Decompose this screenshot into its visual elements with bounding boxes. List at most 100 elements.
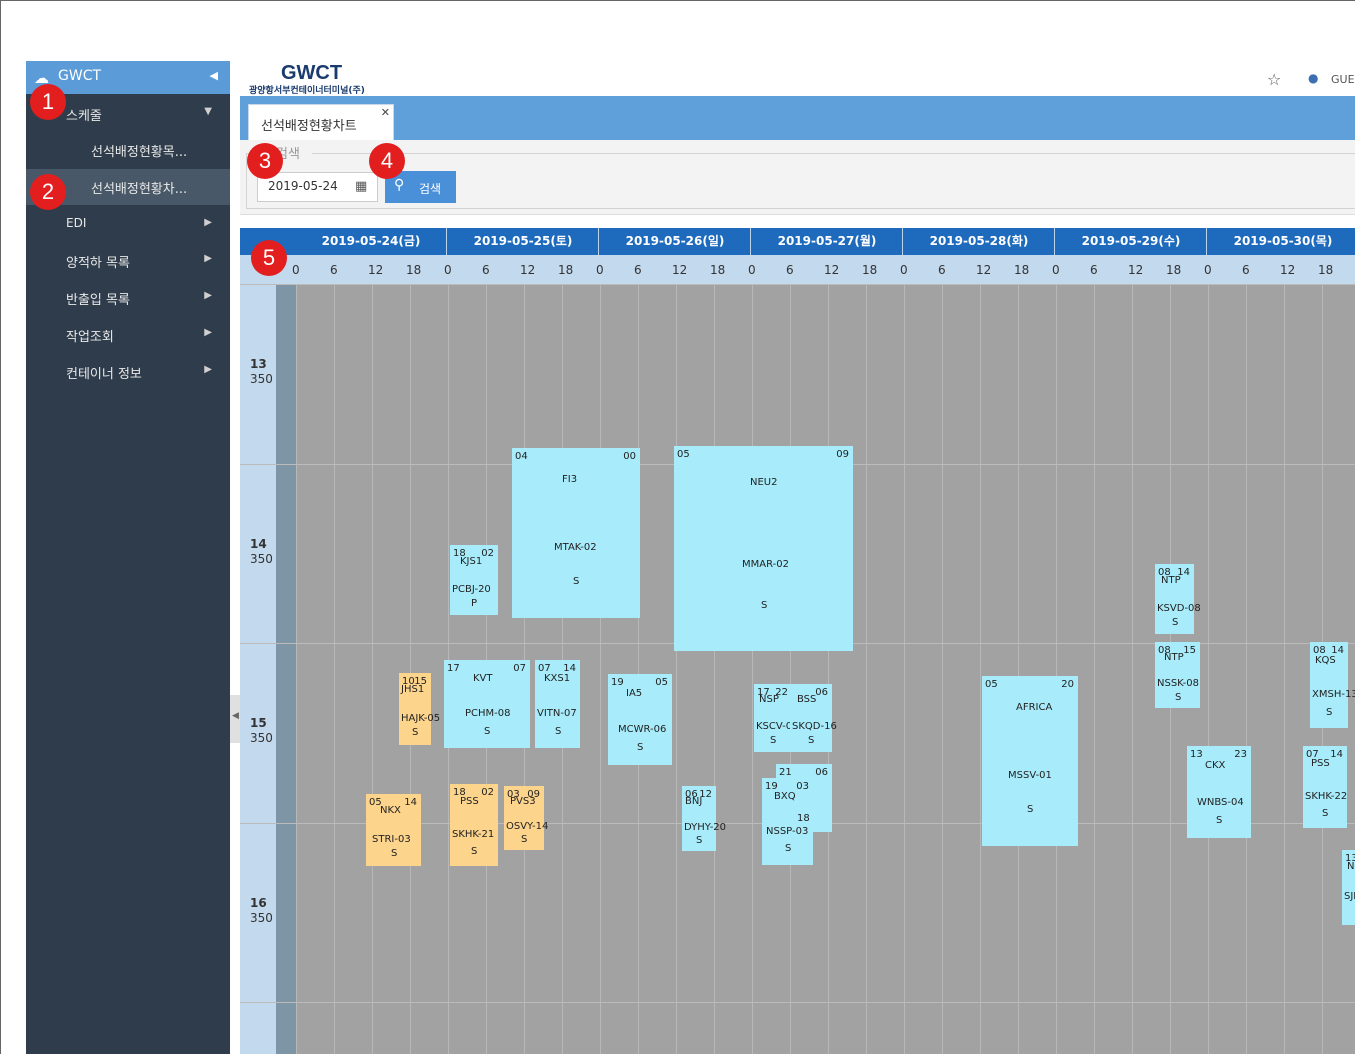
vessel-voyage: WNBS-04 [1197,797,1244,808]
chevron-right-icon: ▶ [204,253,212,264]
vessel-flag: S [1027,804,1034,815]
hour-label: 0 [748,263,756,277]
vessel-voyage: VITN-07 [537,708,577,719]
vessel-end-hour: 03 [796,781,809,792]
sidebar-item-label: 스케줄 [66,109,102,124]
vessel-flag: S [1172,617,1179,628]
vessel-end-hour: 15 [1183,645,1196,656]
vessel-end-hour: 14 [404,797,417,808]
vessel-flag: S [1175,692,1182,703]
vessel-voyage: MTAK-02 [554,542,597,553]
callout-badge-1: 1 [30,84,66,120]
sidebar-item-container-info[interactable]: 컨테이너 정보 ▶ [26,354,230,389]
vessel-block[interactable]: 19 05 IA5 MCWR-06 S [608,674,672,765]
hour-label: 0 [596,263,604,277]
vessel-block[interactable]: 1319NKXSJFB-01S [1342,850,1355,925]
day-label: 2019-05-27(월) [777,234,877,248]
vessel-block[interactable]: 13 23 CKX WNBS-04 S [1187,746,1251,838]
day-separator [1206,228,1207,255]
collapse-sidebar-icon[interactable]: ◀ [210,69,218,82]
hour-label: 18 [1318,263,1334,277]
berth-length: 350 [250,551,273,566]
day-separator [902,228,903,255]
berth-number: 13 [250,357,267,371]
vessel-voyage: MSSV-01 [1008,770,1052,781]
vessel-voyage: SKHK-22 [1305,791,1348,802]
vessel-end-hour: 02 [481,787,494,798]
vessel-block[interactable]: 08 15 NTP NSSK-08 S [1155,642,1200,708]
hour-label: 0 [1052,263,1060,277]
sidebar-item-work-query[interactable]: 작업조회 ▶ [26,317,230,352]
vessel-flag: S [1322,808,1329,819]
vessel-block[interactable]: 17 07 KVT PCHM-08 S [444,660,530,748]
vessel-end-hour: 23 [1234,749,1247,760]
vessel-voyage: HAJK-05 [401,713,441,724]
vessel-flag: S [521,834,528,845]
vessel-block[interactable]: 06 12 BNJ DYHY-20 S [682,786,726,851]
hour-label: 6 [634,263,642,277]
close-icon[interactable]: ✕ [381,106,390,119]
hour-label: 18 [710,263,726,277]
vessel-block[interactable]: 07 14 PSS SKHK-22 S [1303,746,1347,828]
vessel-code: IA5 [626,688,643,699]
hour-gridline [714,284,715,1054]
hour-gridline [904,284,905,1054]
sidebar-item-edi[interactable]: EDI ▶ [26,207,230,242]
vessel-voyage: STRI-03 [372,834,411,845]
berth-label: 15 350 [250,716,280,746]
vessel-block[interactable]: 03 09 PVS3 OSVY-14 S [504,786,548,850]
callout-badge-3: 3 [247,143,283,179]
vessel-voyage: SJFB-01 [1344,891,1355,902]
vessel-voyage: XMSH-13 [1312,689,1355,700]
hour-label: 12 [1280,263,1296,277]
star-icon[interactable]: ☆ [1267,70,1281,89]
hour-gridline [1246,284,1247,1054]
sidebar-item-berth-list[interactable]: 선석배정현황목... [26,132,230,168]
hour-gridline [1056,284,1057,1054]
vessel-block[interactable]: 07 14 KXS1 VITN-07 S [535,660,580,748]
user-icon[interactable]: ● [1308,71,1318,85]
calendar-icon[interactable]: ▦ [355,179,367,194]
vessel-voyage: OSVY-14 [506,821,549,832]
vessel-code: KJS1 [460,556,483,567]
vessel-block[interactable]: 06 BSS SKQD-16 S [790,684,837,752]
vessel-voyage: SKHK-21 [452,829,495,840]
vessel-block[interactable]: 05 20 AFRICA MSSV-01 S [982,676,1078,846]
hour-gridline [334,284,335,1054]
tab-berth-chart[interactable]: 선석배정현황차트 ✕ [248,104,394,142]
vessel-voyage: PCBJ-20 [452,584,491,595]
vessel-block[interactable]: 04 00 FI3 MTAK-02 S [512,448,640,618]
user-name[interactable]: GUE [1331,73,1355,86]
vessel-block[interactable]: 18 02 PSS SKHK-21 S [450,784,498,866]
berth-axis-strip [276,284,296,1054]
vessel-block[interactable]: 08 14 NTP KSVD-08 S [1155,564,1201,634]
vessel-block[interactable]: 18 02 KJS1 PCBJ-20 P [450,545,498,615]
hour-gridline [1208,284,1209,1054]
hour-label: 18 [862,263,878,277]
hour-label: 12 [672,263,688,277]
sidebar-item-gate-in-out[interactable]: 반출입 목록 ▶ [26,280,230,315]
vessel-flag: P [471,598,478,609]
day-label: 2019-05-26(일) [625,234,725,248]
sidebar-item-load-discharge[interactable]: 양적하 목록 ▶ [26,243,230,278]
vessel-code: NKX [1347,861,1355,872]
vessel-block[interactable]: 19 03 BXQ NSSP-03 S 18 [762,778,813,865]
vessel-start-hour: 05 [677,449,690,460]
vessel-code: FI3 [562,474,578,485]
hour-label: 6 [330,263,338,277]
vessel-flag: S [484,726,491,737]
vessel-block[interactable]: 17 22 NSP KSCV-03 S [754,684,798,752]
sidebar-item-label: 양적하 목록 [66,256,130,271]
hour-gridline [790,284,791,1054]
vessel-block[interactable]: 05 09 NEU2 MMAR-02 S [674,446,853,651]
hour-label: 0 [292,263,300,277]
berth-axis [240,228,276,1054]
vessel-block[interactable]: 10 15 JHS1 HAJK-05 S [399,673,440,745]
berth-length: 350 [250,731,273,745]
vessel-block[interactable]: 08 14 KQS XMSH-13 S [1310,642,1355,728]
callout-badge-4: 4 [369,143,405,179]
vessel-end-hour: 20 [1061,679,1074,690]
sidebar-resize-handle[interactable]: ◀ [230,695,240,743]
vessel-block[interactable]: 05 14 NKX STRI-03 S [366,794,421,866]
vessel-code: AFRICA [1016,702,1053,713]
